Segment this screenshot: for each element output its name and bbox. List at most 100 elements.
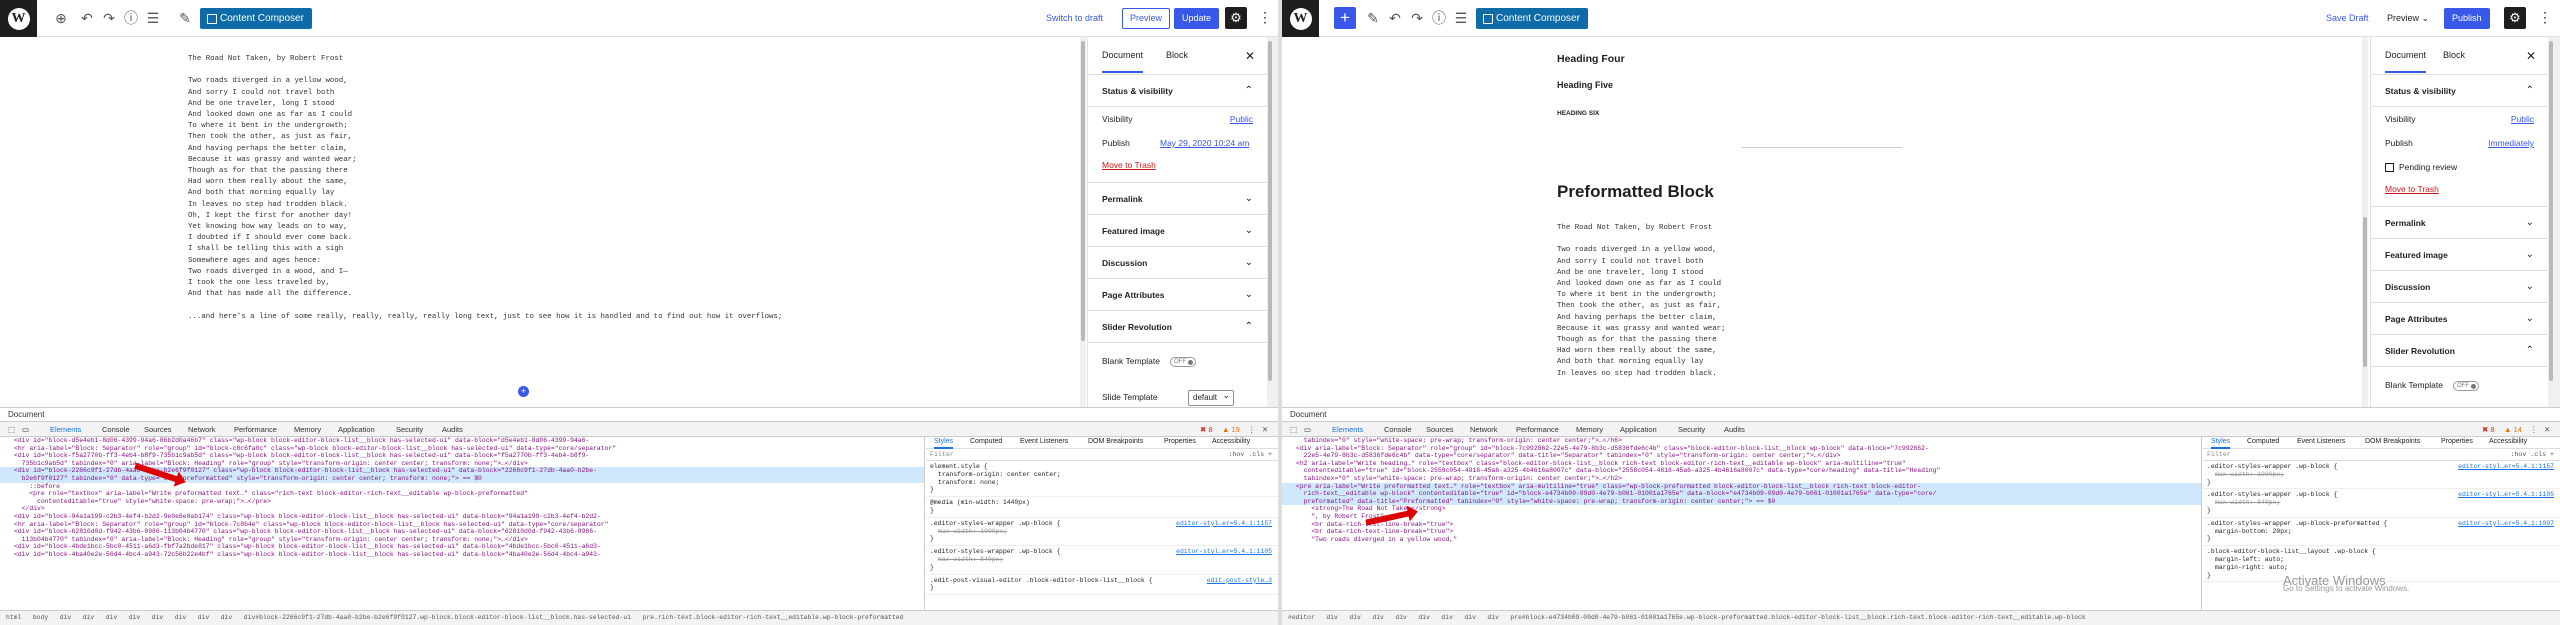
featured-image-panel[interactable]: Featured image ⌄ (2371, 239, 2548, 271)
inspect-icon[interactable]: ⬚ (8, 422, 15, 437)
content-composer-button[interactable]: Content Composer (200, 8, 312, 29)
tab-event-listeners[interactable]: Event Listeners (2297, 438, 2345, 446)
undo-icon[interactable]: ↶ (1386, 9, 1404, 27)
css-rule[interactable]: .editor-styles-wrapper .wp-block-preform… (2203, 518, 2560, 547)
tab-application[interactable]: Application (1620, 422, 1657, 437)
tab-network[interactable]: Network (188, 422, 216, 437)
tab-accessibility[interactable]: Accessibility (2489, 438, 2527, 446)
dom-node-line[interactable]: "Two roads diverged in a yellow wood," (1282, 536, 2201, 544)
close-devtools-icon[interactable]: ✕ (1262, 422, 1268, 437)
tab-console[interactable]: Console (1384, 422, 1412, 437)
tab-block[interactable]: Block (1166, 50, 1188, 60)
dom-node-line[interactable]: 22e5-4e79-8b3c-d5836fde6c4b" data-type="… (1282, 452, 2201, 460)
dom-node-line[interactable]: <br data-rich-text-line-break="true"> (1282, 521, 2201, 529)
heading-five[interactable]: Heading Five (1557, 80, 1613, 90)
canvas-scrollbar[interactable] (1080, 37, 1086, 407)
tab-network[interactable]: Network (1470, 422, 1498, 437)
featured-image-panel[interactable]: Featured image ⌄ (1088, 215, 1267, 247)
tab-accessibility[interactable]: Accessibility (1212, 438, 1250, 446)
css-rule[interactable]: .edit-post-visual-editor .block-editor-b… (926, 575, 1278, 596)
css-source-link[interactable]: editor-styl…er=5.4.1:1157 (2458, 463, 2554, 471)
tab-performance[interactable]: Performance (234, 422, 277, 437)
css-rule[interactable]: .editor-styles-wrapper .wp-block {editor… (926, 546, 1278, 575)
tab-document[interactable]: Document (2385, 50, 2427, 73)
dom-node-line[interactable]: <hr aria-label="Block: Separator" role="… (0, 521, 924, 529)
page-attributes-panel[interactable]: Page Attributes ⌄ (1088, 279, 1267, 311)
dom-node-line[interactable]: <br data-rich-text-line-break="true"> (1282, 528, 2201, 536)
dom-node-line[interactable]: <div id="block-62810d0d-f942-43b6-8986-1… (0, 528, 924, 536)
preformatted-block[interactable]: The Road Not Taken, by Robert Frost Two … (1557, 223, 1726, 380)
info-icon[interactable]: ⓘ (122, 9, 140, 27)
dom-breadcrumb[interactable]: #editor div div div div div div div div … (1282, 610, 2560, 625)
dom-node-line[interactable]: <h2 aria-label="Write heading…" role="te… (1282, 460, 2201, 468)
more-options-icon[interactable]: ⋮ (2538, 9, 2552, 26)
css-rule[interactable]: @media (min-width: 1440px)} (926, 497, 1278, 518)
permalink-panel[interactable]: Permalink ⌄ (1088, 183, 1267, 215)
tab-memory[interactable]: Memory (1576, 422, 1603, 437)
dom-node-line[interactable]: <div id="block-f5a2770b-ff3-4eb4-b8f9-73… (0, 452, 924, 460)
warning-count-badge[interactable]: ▲ 14 (2504, 422, 2522, 437)
tab-computed[interactable]: Computed (970, 438, 1002, 446)
sidebar-scrollbar[interactable] (2548, 37, 2560, 407)
redo-icon[interactable]: ↷ (1408, 9, 1426, 27)
error-count-badge[interactable]: ✖ 8 (2482, 422, 2495, 437)
css-rule[interactable]: .editor-styles-wrapper .wp-block {editor… (926, 518, 1278, 547)
tab-block[interactable]: Block (2443, 50, 2465, 60)
dom-breadcrumb[interactable]: html body div div div div div div div di… (0, 610, 1278, 625)
add-block-icon[interactable]: + (1334, 7, 1356, 29)
filter-actions[interactable]: :hov .cls + (1228, 449, 1272, 461)
tab-performance[interactable]: Performance (1516, 422, 1559, 437)
dom-node-line[interactable]: </div> (0, 505, 924, 513)
preformatted-block[interactable]: The Road Not Taken, by Robert Frost Two … (188, 54, 782, 323)
wordpress-logo[interactable]: W (1282, 0, 1319, 37)
dom-node-line[interactable]: <div id="block-4ba40e2e-56d4-4bc4-a943-7… (0, 551, 924, 559)
tab-sources[interactable]: Sources (144, 422, 172, 437)
css-source-link[interactable]: editor-styl…er=5.4.1:1105 (1176, 548, 1272, 556)
dom-node-line[interactable]: <div id="block-d5e4eb1-8d06-4399-94a6-86… (0, 437, 924, 445)
tab-dom-breakpoints[interactable]: DOM Breakpoints (1088, 438, 1143, 446)
css-source-link[interactable]: edit-post-style…3 (1207, 577, 1272, 585)
undo-icon[interactable]: ↶ (78, 9, 96, 27)
css-rule[interactable]: .editor-styles-wrapper .wp-block {editor… (2203, 489, 2560, 518)
dom-node-line[interactable]: <strong>The Road Not Taken</strong> (1282, 505, 2201, 513)
css-property[interactable]: margin-bottom: 20px; (2207, 528, 2556, 536)
discussion-panel[interactable]: Discussion ⌄ (1088, 247, 1267, 279)
tab-memory[interactable]: Memory (294, 422, 321, 437)
wordpress-logo[interactable]: W (0, 0, 37, 37)
tab-application[interactable]: Application (338, 422, 375, 437)
list-view-icon[interactable]: ☰ (144, 9, 162, 27)
separator-block[interactable] (1742, 147, 1902, 148)
dom-node-line[interactable]: <pre aria-label="Write preformatted text… (1282, 482, 2201, 491)
add-block-icon[interactable]: ⊕ (52, 9, 70, 27)
css-property[interactable]: transform: none; (930, 479, 1274, 487)
more-options-icon[interactable]: ⋮ (1258, 9, 1272, 26)
edit-tool-icon[interactable]: ✎ (176, 9, 194, 27)
tab-security[interactable]: Security (1678, 422, 1705, 437)
close-sidebar-icon[interactable]: ✕ (1245, 49, 1255, 63)
canvas-scrollbar[interactable] (2362, 37, 2368, 407)
switch-to-draft-link[interactable]: Switch to draft (1046, 13, 1103, 23)
tab-console[interactable]: Console (102, 422, 130, 437)
device-toggle-icon[interactable]: ▭ (22, 422, 29, 437)
warning-count-badge[interactable]: ▲ 19 (1222, 422, 1240, 437)
redo-icon[interactable]: ↷ (100, 9, 118, 27)
tab-security[interactable]: Security (396, 422, 423, 437)
settings-gear-icon[interactable]: ⚙ (2504, 7, 2526, 29)
dom-node-line[interactable]: <div id="block-94a1a199-c2b3-4ef4-b2d2-9… (0, 513, 924, 521)
move-to-trash-link[interactable]: Move to Trash (1088, 155, 1267, 175)
tab-dom-breakpoints[interactable]: DOM Breakpoints (2365, 438, 2420, 446)
update-button[interactable]: Update (1174, 8, 1220, 29)
tab-properties[interactable]: Properties (2441, 438, 2473, 446)
edit-tool-icon[interactable]: ✎ (1364, 9, 1382, 27)
dom-tree[interactable]: tabindex="0" style="white-space: pre-wra… (1282, 437, 2202, 610)
tab-computed[interactable]: Computed (2247, 438, 2279, 446)
dom-node-line[interactable]: <div id="block-4bde1bcc-5bc0-4511-a6d3-f… (0, 543, 924, 551)
visibility-value-link[interactable]: Public (2511, 107, 2534, 131)
styles-filter-input[interactable]: Filter:hov .cls + (926, 449, 1278, 461)
sidebar-scrollbar[interactable] (1267, 37, 1278, 407)
dom-node-line[interactable]: rich-text__editable wp-block" contentedi… (1282, 490, 2201, 498)
slide-template-select[interactable]: default (1188, 388, 1235, 406)
dom-node-line[interactable]: <hr aria-label="Block: Separator" role="… (0, 445, 924, 453)
publish-date-link[interactable]: May 29, 2020 10:24 am (1160, 131, 1249, 155)
tab-audits[interactable]: Audits (442, 422, 463, 437)
